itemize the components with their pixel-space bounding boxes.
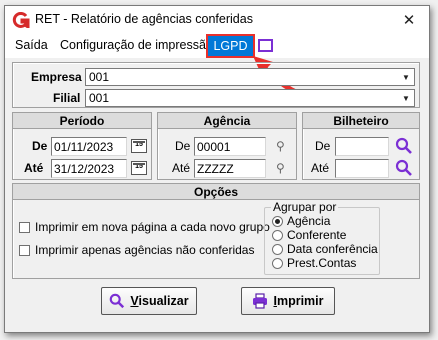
calendar-icon[interactable]: 15 — [131, 161, 147, 175]
window-title: RET - Relatório de agências conferidas — [35, 12, 253, 26]
bilheteiro-ate-label: Até — [311, 161, 330, 175]
radio-conferente[interactable] — [272, 230, 283, 241]
agencia-ate-input[interactable]: ZZZZZ — [194, 159, 266, 178]
bilheteiro-panel: Bilheteiro De Até — [302, 112, 420, 180]
empresa-label: Empresa — [31, 70, 82, 84]
opcoes-panel: Opções Imprimir em nova página a cada no… — [12, 183, 420, 279]
nao-conferidas-checkbox[interactable] — [19, 245, 30, 256]
radio-prest-contas[interactable] — [272, 258, 283, 269]
radio-agencia[interactable] — [272, 216, 283, 227]
bilheteiro-ate-input[interactable] — [335, 159, 389, 178]
search-icon[interactable] — [395, 137, 413, 155]
nao-conferidas-label: Imprimir apenas agências não conferidas — [35, 243, 255, 257]
calendar-icon[interactable]: 15 — [131, 139, 147, 153]
agrupar-title: Agrupar por — [271, 200, 339, 214]
agencia-ate-label: Até — [172, 161, 191, 175]
menu-bar: Saída Configuração de impressão LGPD — [5, 34, 429, 58]
bilheteiro-de-input[interactable] — [335, 137, 389, 156]
menu-saida[interactable]: Saída — [15, 38, 48, 52]
periodo-de-input[interactable]: 01/11/2023 — [51, 137, 127, 156]
periodo-ate-input[interactable]: 31/12/2023 — [51, 159, 127, 178]
visualizar-label: Visualizar — [130, 294, 189, 308]
agencia-title: Agência — [158, 113, 296, 129]
radio-data-conferencia-label: Data conferência — [287, 242, 378, 256]
agencia-panel: Agência De 00001 ⚲ Até ZZZZZ ⚲ — [157, 112, 297, 180]
binoculars-icon[interactable]: ⚲ — [276, 161, 285, 175]
filial-label: Filial — [53, 91, 81, 105]
search-icon[interactable] — [395, 159, 413, 177]
nova-pagina-checkbox[interactable] — [19, 222, 30, 233]
bilheteiro-de-label: De — [315, 139, 331, 153]
printer-icon — [253, 293, 268, 309]
menu-lgpd[interactable]: LGPD — [206, 34, 255, 58]
nova-pagina-label: Imprimir em nova página a cada novo grup… — [35, 220, 270, 234]
empresa-value: 001 — [89, 70, 110, 84]
menu-extra-icon[interactable] — [258, 39, 273, 52]
opcoes-title: Opções — [13, 184, 419, 200]
chevron-down-icon[interactable]: ▼ — [398, 90, 414, 106]
empresa-filial-panel: Empresa 001 ▼ Filial 001 ▼ — [12, 62, 420, 108]
close-button[interactable]: ✕ — [389, 6, 429, 34]
periodo-ate-label: Até — [24, 161, 44, 175]
filial-combo[interactable]: 001 ▼ — [85, 89, 415, 107]
empresa-combo[interactable]: 001 ▼ — [85, 68, 415, 86]
chevron-down-icon[interactable]: ▼ — [398, 69, 414, 85]
periodo-title: Período — [13, 113, 151, 129]
imprimir-button[interactable]: Imprimir — [241, 287, 335, 315]
periodo-panel: Período De 01/11/2023 15 Até 31/12/2023 … — [12, 112, 152, 180]
imprimir-label: Imprimir — [273, 294, 324, 308]
radio-prest-contas-label: Prest.Contas — [287, 256, 357, 270]
bilheteiro-title: Bilheteiro — [303, 113, 419, 129]
agencia-de-label: De — [175, 139, 191, 153]
radio-agencia-label: Agência — [287, 214, 331, 228]
radio-conferente-label: Conferente — [287, 228, 347, 242]
search-icon — [110, 293, 125, 309]
binoculars-icon[interactable]: ⚲ — [276, 139, 285, 153]
visualizar-button[interactable]: Visualizar — [101, 287, 197, 315]
report-window: RET - Relatório de agências conferidas ✕… — [4, 5, 430, 333]
periodo-de-label: De — [32, 139, 48, 153]
filial-value: 001 — [89, 91, 110, 105]
radio-data-conferencia[interactable] — [272, 244, 283, 255]
title-bar: RET - Relatório de agências conferidas ✕ — [5, 6, 429, 34]
menu-configuracao-impressao[interactable]: Configuração de impressão — [60, 38, 213, 52]
agencia-de-input[interactable]: 00001 — [194, 137, 266, 156]
close-icon: ✕ — [402, 12, 416, 29]
agrupar-groupbox: Agrupar por Agência Conferente Data conf… — [264, 200, 380, 275]
app-logo-icon — [12, 12, 30, 28]
